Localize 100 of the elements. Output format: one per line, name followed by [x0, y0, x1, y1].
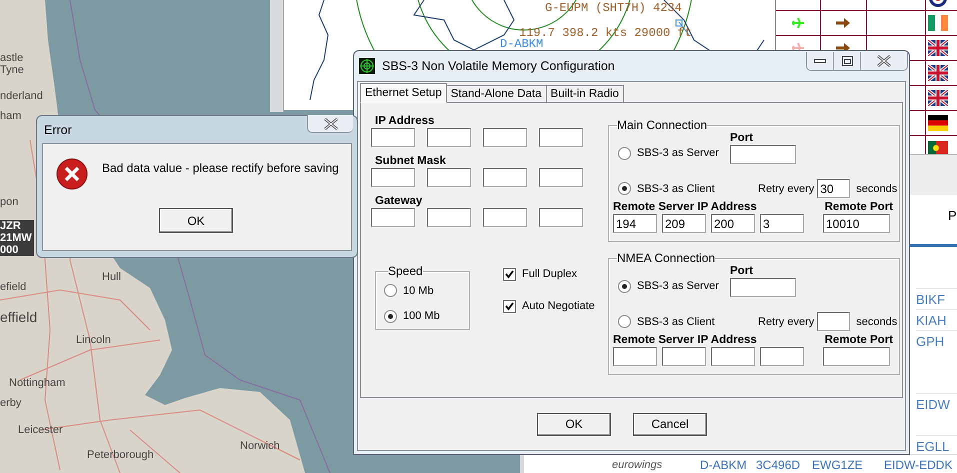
group-title: NMEA Connection — [617, 251, 716, 265]
group-title: Main Connection — [617, 118, 708, 132]
input-field[interactable] — [427, 208, 471, 227]
input-field[interactable] — [730, 145, 796, 164]
arrow-icon — [836, 18, 850, 28]
input-field[interactable] — [730, 278, 796, 297]
group-title: Speed — [388, 264, 423, 278]
input-field[interactable] — [371, 208, 415, 227]
radar-flight-label: D-ABKM — [500, 39, 544, 50]
field-label: Retry every — [758, 182, 814, 194]
radar-icon — [359, 58, 375, 74]
field-label: Remote Server IP Address — [613, 334, 757, 347]
dialog-button[interactable]: Cancel — [633, 412, 707, 436]
input-field[interactable] — [427, 168, 471, 187]
ok-button[interactable]: OK — [159, 208, 233, 233]
flag-icon — [928, 15, 948, 31]
checkbox[interactable] — [503, 268, 516, 280]
place-label: erby — [0, 397, 22, 409]
input-field[interactable]: 3 — [760, 214, 804, 233]
flag-icon — [928, 65, 948, 81]
place-label: Tyne — [0, 64, 24, 76]
radio-label: 10 Mb — [403, 284, 434, 297]
error-icon — [56, 158, 88, 190]
place-label: Norwich — [240, 440, 280, 452]
place-label: astle — [0, 52, 24, 64]
aircraft-tag-text: JZR — [0, 220, 34, 232]
checkbox-label: Auto Negotiate — [522, 300, 595, 312]
radio-label: 100 Mb — [403, 310, 440, 322]
field-label: Remote Port — [824, 334, 893, 347]
flag-icon — [928, 115, 948, 131]
error-message: Bad data value - please rectify before saving — [102, 161, 339, 175]
field-label: Remote Port — [824, 201, 893, 214]
field-label: Gateway — [374, 195, 424, 208]
flag-icon — [928, 141, 948, 155]
unit-label: seconds — [856, 316, 898, 328]
radio-button[interactable] — [384, 284, 397, 298]
input-field[interactable] — [760, 347, 804, 366]
registration-cell-text: D-ABKM — [700, 458, 748, 472]
input-field[interactable] — [711, 347, 755, 366]
radio-button[interactable] — [618, 182, 631, 195]
field-label: Port — [730, 132, 754, 145]
input-field[interactable] — [539, 128, 583, 147]
radio-button[interactable] — [618, 315, 631, 328]
input-field[interactable]: 209 — [662, 214, 706, 233]
window-title: Error — [44, 122, 72, 136]
close-icon — [877, 55, 891, 67]
checkbox-label: Full Duplex — [522, 268, 578, 280]
place-label: efield — [0, 281, 26, 293]
place-label: nderland — [0, 90, 43, 102]
route-text: KIAH — [916, 309, 957, 328]
aircraft-tag-text: 21MW — [0, 232, 34, 244]
input-field[interactable] — [539, 208, 583, 227]
input-field[interactable]: 30 — [817, 179, 850, 198]
input-field[interactable] — [662, 347, 706, 366]
place-label: Leicester — [18, 424, 63, 436]
input-field[interactable] — [483, 168, 527, 187]
column-header: P — [948, 208, 957, 223]
close-button[interactable] — [307, 115, 353, 133]
radio-label: SBS-3 as Client — [637, 316, 715, 328]
route-cell: EIDW-EDDK — [884, 458, 952, 472]
unit-label: seconds — [856, 182, 898, 194]
route-text: EGLL — [916, 435, 957, 454]
callsign-cell-text: EWG1ZE — [812, 458, 864, 472]
place-label: pon — [0, 196, 18, 208]
tab[interactable]: Ethernet Setup — [360, 83, 447, 103]
input-field[interactable] — [483, 128, 527, 147]
dialog-button[interactable]: OK — [537, 412, 611, 436]
input-field[interactable] — [823, 347, 890, 366]
input-field[interactable] — [371, 168, 415, 187]
input-field[interactable] — [371, 128, 415, 147]
field-label: Port — [730, 265, 754, 278]
radio-label: SBS-3 as Server — [637, 280, 719, 292]
place-label: Nottingham — [9, 377, 66, 389]
route-text: GPH — [916, 330, 957, 349]
place-label: Hull — [102, 271, 121, 283]
input-field[interactable] — [483, 208, 527, 227]
field-label: Remote Server IP Address — [613, 201, 757, 214]
field-label: Subnet Mask — [374, 155, 447, 168]
input-field[interactable] — [613, 347, 657, 366]
flag-icon — [928, 40, 948, 56]
checkbox[interactable] — [503, 300, 516, 312]
arrow-icon — [836, 43, 850, 53]
input-field[interactable] — [817, 312, 850, 331]
minimize-button[interactable] — [807, 52, 834, 70]
maximize-icon — [842, 56, 852, 66]
radio-button[interactable] — [618, 280, 631, 292]
input-field[interactable] — [427, 128, 471, 147]
radio-label: SBS-3 as Client — [637, 182, 715, 194]
input-field[interactable]: 194 — [613, 214, 657, 233]
field-label: Retry every — [758, 316, 814, 328]
radio-button[interactable] — [384, 310, 397, 323]
input-field[interactable]: 10010 — [823, 214, 890, 233]
radio-button[interactable] — [618, 146, 631, 160]
place-label: Lincoln — [76, 334, 111, 346]
input-field[interactable] — [539, 168, 583, 187]
input-field[interactable]: 200 — [711, 214, 755, 233]
place-label: effield — [0, 309, 38, 325]
radio-label: SBS-3 as Server — [637, 147, 719, 159]
route-text: BIKF — [916, 288, 957, 307]
tab[interactable]: Built-in Radio — [546, 85, 624, 102]
